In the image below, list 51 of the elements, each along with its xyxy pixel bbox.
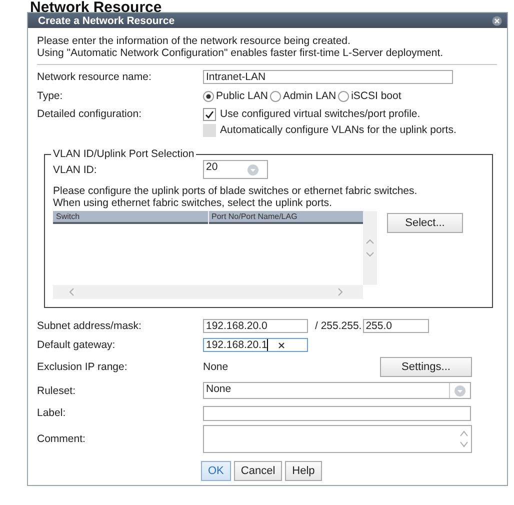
group-title: VLAN ID/Uplink Port Selection: [52, 148, 196, 160]
ruleset-dropdown[interactable]: None: [203, 382, 471, 399]
dialog-button[interactable]: Help: [285, 461, 322, 481]
scroll-down-icon[interactable]: [366, 252, 374, 257]
scroll-right-icon[interactable]: [338, 288, 343, 296]
instruction-text: When using ethernet fabric switches, select the uplink ports.: [53, 197, 333, 209]
checkbox[interactable]: [203, 108, 216, 120]
field-label: VLAN ID:: [53, 164, 98, 176]
radio-option[interactable]: Public LAN: [203, 90, 268, 102]
field-label: Label:: [37, 407, 67, 419]
clear-icon[interactable]: [278, 342, 286, 348]
field-label: Network resource name:: [37, 71, 152, 83]
dialog-button[interactable]: Cancel: [234, 461, 282, 481]
dropdown-icon[interactable]: [247, 164, 259, 176]
field-label: Exclusion IP range:: [37, 361, 128, 373]
close-icon[interactable]: [492, 16, 502, 26]
checkbox-option[interactable]: Use configured virtual switches/port profile.: [203, 106, 420, 122]
scroll-left-icon[interactable]: [69, 288, 74, 296]
vlan-id-spinner[interactable]: 20: [203, 160, 268, 179]
label-field[interactable]: [203, 406, 471, 420]
dialog-button[interactable]: OK: [201, 461, 231, 481]
gateway-field[interactable]: 192.168.20.1: [203, 338, 308, 352]
field-label: Ruleset:: [37, 384, 77, 396]
comment-field[interactable]: [203, 425, 472, 453]
field-label: Type:: [37, 90, 64, 102]
page-heading: Network Resource: [30, 0, 163, 16]
field-label: Detailed configuration:: [37, 108, 142, 120]
scroll-arrows-icon[interactable]: [460, 430, 468, 448]
radio-option[interactable]: iSCSI boot: [338, 90, 402, 102]
name-field[interactable]: Intranet-LAN: [203, 70, 453, 84]
field-value: None: [203, 361, 230, 373]
dropdown-icon[interactable]: [454, 384, 466, 396]
field-label: Default gateway:: [37, 339, 116, 351]
settings-button[interactable]: Settings...: [380, 357, 472, 377]
field-label: Subnet address/mask:: [37, 320, 142, 332]
radio-icon: [270, 90, 281, 102]
radio-option[interactable]: Admin LAN: [270, 90, 336, 102]
column-header[interactable]: Port No/Port Name/LAG: [208, 211, 363, 224]
radio-icon: [338, 90, 350, 102]
scroll-up-icon[interactable]: [366, 239, 374, 244]
instruction-text: Please enter the information of the network resource being created.: [37, 35, 352, 47]
mask-prefix-text: / 255.255.: [315, 320, 362, 332]
subnet-mask-field[interactable]: 255.0: [362, 319, 429, 333]
select-button[interactable]: Select...: [387, 213, 463, 233]
field-label: Comment:: [37, 433, 86, 445]
dialog-title: Create a Network Resource: [38, 14, 175, 26]
column-header[interactable]: Switch: [53, 211, 208, 224]
instruction-text: Using "Automatic Network Configuration" enables faster first-time L-Server deployment.: [37, 47, 444, 59]
instruction-text: Please configure the uplink ports of blade switches or ethernet fabric switches.: [53, 185, 418, 197]
subnet-address-field[interactable]: 192.168.20.0: [203, 319, 308, 333]
radio-icon: [203, 90, 214, 102]
